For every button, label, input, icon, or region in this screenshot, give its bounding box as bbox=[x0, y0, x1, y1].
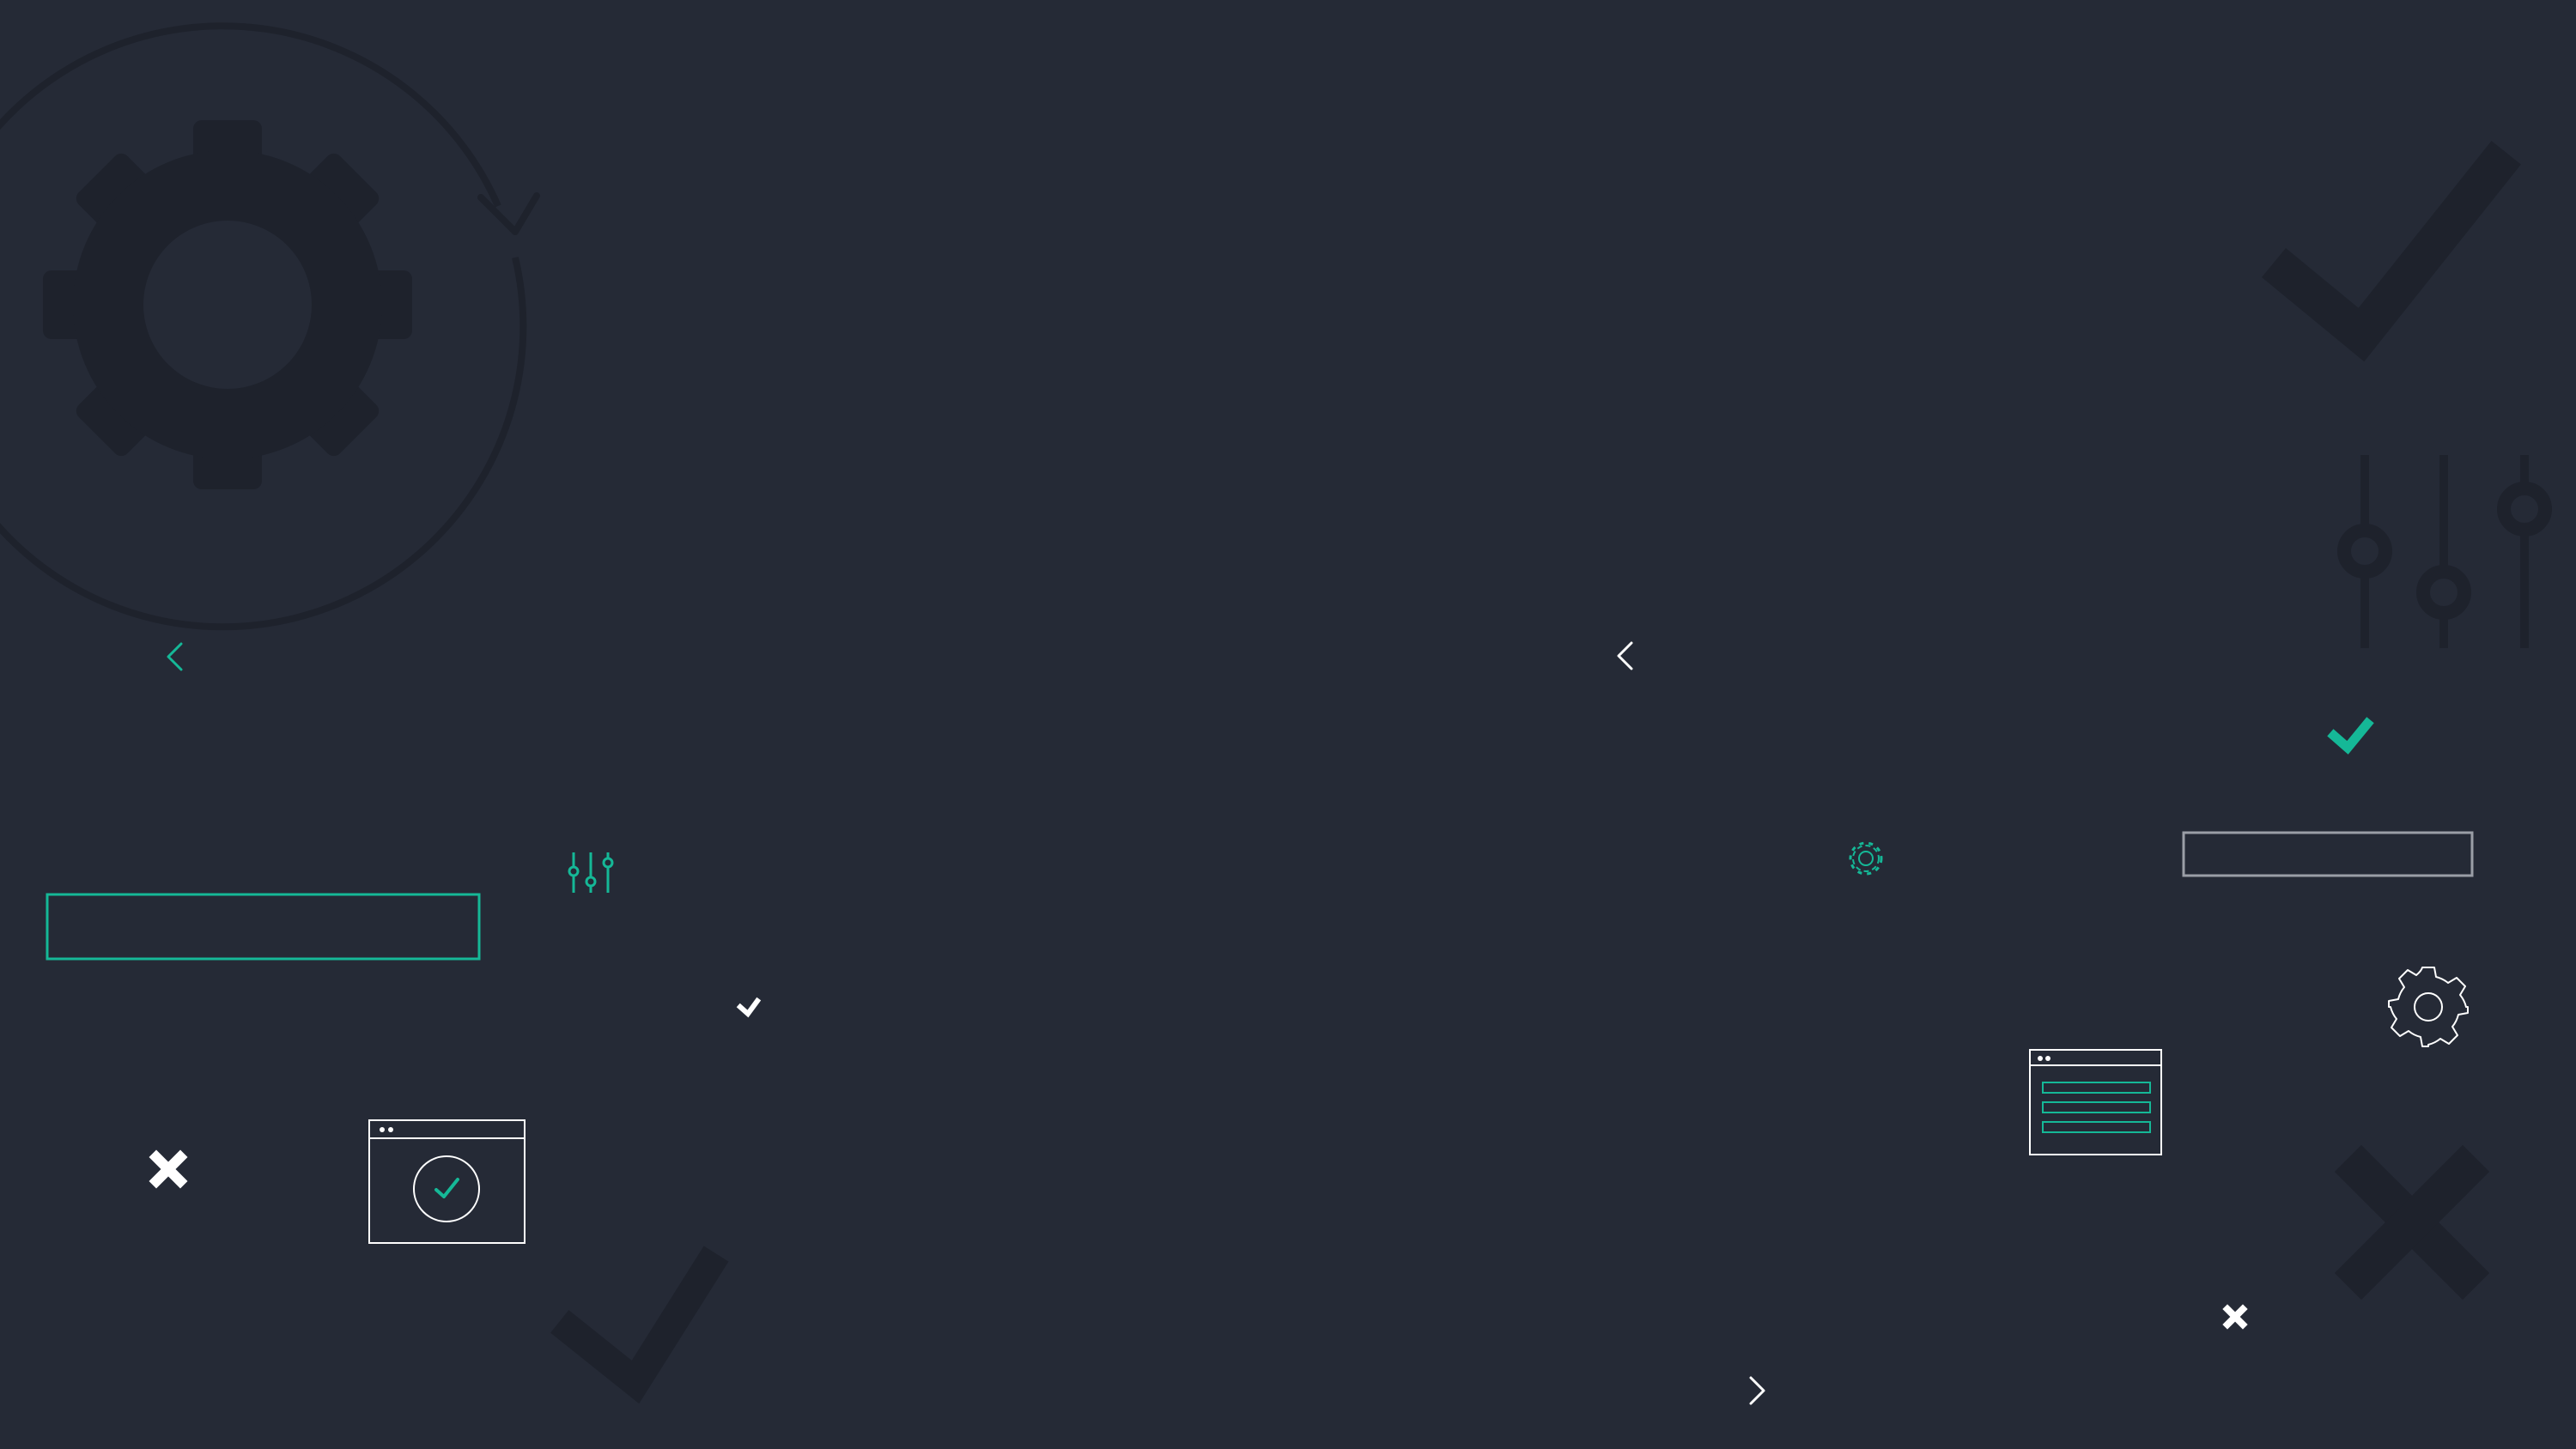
gear-icon bbox=[1849, 841, 1883, 876]
outline-bar bbox=[46, 893, 481, 961]
chevron-left-icon bbox=[1617, 641, 1633, 670]
close-icon bbox=[149, 1149, 188, 1189]
browser-window-icon bbox=[2029, 1049, 2162, 1155]
close-icon bbox=[2222, 1304, 2248, 1330]
check-icon bbox=[2262, 141, 2521, 362]
gear-icon bbox=[2388, 967, 2469, 1047]
chevron-left-icon bbox=[167, 642, 183, 671]
decoration-canvas bbox=[0, 22, 2552, 1405]
chevron-right-icon bbox=[1749, 1376, 1765, 1405]
browser-window-icon bbox=[368, 1119, 526, 1244]
outline-bar bbox=[2182, 831, 2474, 877]
gear-icon bbox=[43, 120, 412, 489]
check-icon bbox=[2327, 717, 2374, 755]
check-icon bbox=[550, 1246, 729, 1404]
background-stage bbox=[0, 0, 2576, 1449]
sliders-icon bbox=[2337, 455, 2552, 648]
sliders-icon bbox=[568, 852, 614, 893]
check-icon bbox=[736, 997, 762, 1018]
close-icon bbox=[2334, 1144, 2490, 1300]
